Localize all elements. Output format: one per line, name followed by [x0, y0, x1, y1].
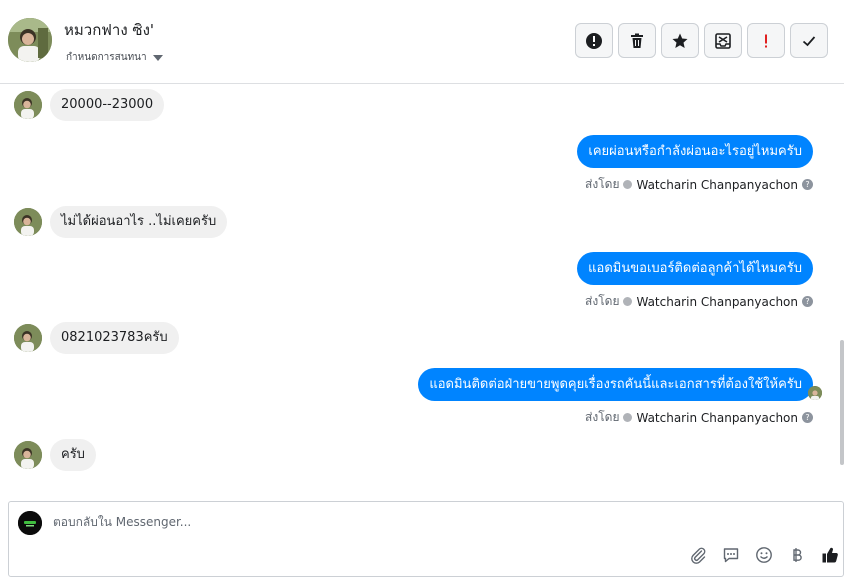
page-avatar	[18, 511, 42, 535]
help-icon[interactable]: ?	[802, 179, 813, 190]
alert-button[interactable]	[575, 23, 613, 58]
baht-icon	[792, 547, 802, 562]
like-button[interactable]	[819, 544, 840, 565]
sent-by-info: ส่งโดย Watcharin Chanpanyachon ?	[585, 175, 813, 194]
sent-by-info: ส่งโดย Watcharin Chanpanyachon ?	[585, 408, 813, 427]
star-icon	[672, 33, 688, 48]
spam-icon	[765, 34, 767, 47]
conversation-options-label: กำหนดการสนทนา	[66, 52, 147, 63]
trash-icon	[631, 33, 643, 48]
message-bubble[interactable]: ไม่ได้ผ่อนอาไร ..ไม่เคยครับ	[50, 206, 228, 238]
reply-composer	[8, 501, 844, 577]
emoji-button[interactable]	[753, 544, 774, 565]
page-icon	[623, 180, 633, 189]
sender-name[interactable]: Watcharin Chanpanyachon	[636, 178, 798, 192]
contact-mini-avatar	[14, 324, 42, 352]
message-bubble[interactable]: 20000--23000	[50, 89, 165, 121]
sender-name[interactable]: Watcharin Chanpanyachon	[636, 295, 798, 309]
page-icon	[623, 297, 633, 306]
outgoing-message-bubble[interactable]: เคยผ่อนหรือกำลังผ่อนอะไรอยู่ไหมครับ	[577, 135, 813, 168]
incoming-message: 20000--23000	[14, 89, 165, 121]
outgoing-message-bubble[interactable]: แอดมินขอเบอร์ติดต่อลูกค้าได้ไหมครับ	[577, 252, 813, 285]
sent-by-info: ส่งโดย Watcharin Chanpanyachon ?	[585, 292, 813, 311]
incoming-message: ไม่ได้ผ่อนอาไร ..ไม่เคยครับ	[14, 206, 228, 238]
payment-button[interactable]	[786, 544, 807, 565]
contact-avatar[interactable]	[8, 18, 52, 62]
mark-done-button[interactable]	[790, 23, 828, 58]
composer-tools	[687, 544, 840, 565]
conversation-options[interactable]: กำหนดการสนทนา	[66, 50, 163, 65]
attach-button[interactable]	[687, 544, 708, 565]
contact-mini-avatar	[14, 91, 42, 119]
seen-avatar	[808, 386, 822, 400]
thumbs-up-icon	[822, 547, 838, 563]
message-bubble[interactable]: ครับ	[50, 439, 96, 471]
outgoing-message-bubble[interactable]: แอดมินติดต่อฝ่ายขายพูดคุยเรื่องรถคันนี้แ…	[418, 368, 813, 401]
reply-input[interactable]	[53, 515, 653, 529]
check-icon	[802, 35, 816, 46]
delete-button[interactable]	[618, 23, 656, 58]
saved-reply-button[interactable]	[720, 544, 741, 565]
emoji-icon	[755, 546, 772, 563]
incoming-message: ครับ	[14, 439, 96, 471]
thread-scrollbar[interactable]	[840, 340, 844, 465]
help-icon[interactable]: ?	[802, 296, 813, 307]
spam-button[interactable]	[747, 23, 785, 58]
sender-name[interactable]: Watcharin Chanpanyachon	[636, 411, 798, 425]
message-thread: 20000--23000 เคยผ่อนหรือกำลังผ่อนอะไรอยู…	[0, 85, 838, 497]
sent-by-label: ส่งโดย	[585, 177, 620, 191]
sent-by-label: ส่งโดย	[585, 294, 620, 308]
help-icon[interactable]: ?	[802, 412, 813, 423]
mark-unread-button[interactable]	[704, 23, 742, 58]
incoming-message: 0821023783ครับ	[14, 322, 179, 354]
thread-actions	[575, 23, 828, 58]
contact-mini-avatar	[14, 208, 42, 236]
caret-down-icon	[152, 54, 163, 61]
star-button[interactable]	[661, 23, 699, 58]
conversation-header: หมวกฟาง ซิง' กำหนดการสนทนา	[0, 0, 844, 84]
mark-unread-icon	[715, 32, 731, 49]
page-icon	[623, 413, 633, 422]
contact-name[interactable]: หมวกฟาง ซิง'	[64, 18, 154, 42]
contact-mini-avatar	[14, 441, 42, 469]
alert-icon	[586, 32, 602, 49]
sent-by-label: ส่งโดย	[585, 410, 620, 424]
saved-reply-icon	[723, 547, 738, 562]
attachment-icon	[690, 547, 705, 564]
message-bubble[interactable]: 0821023783ครับ	[50, 322, 179, 354]
